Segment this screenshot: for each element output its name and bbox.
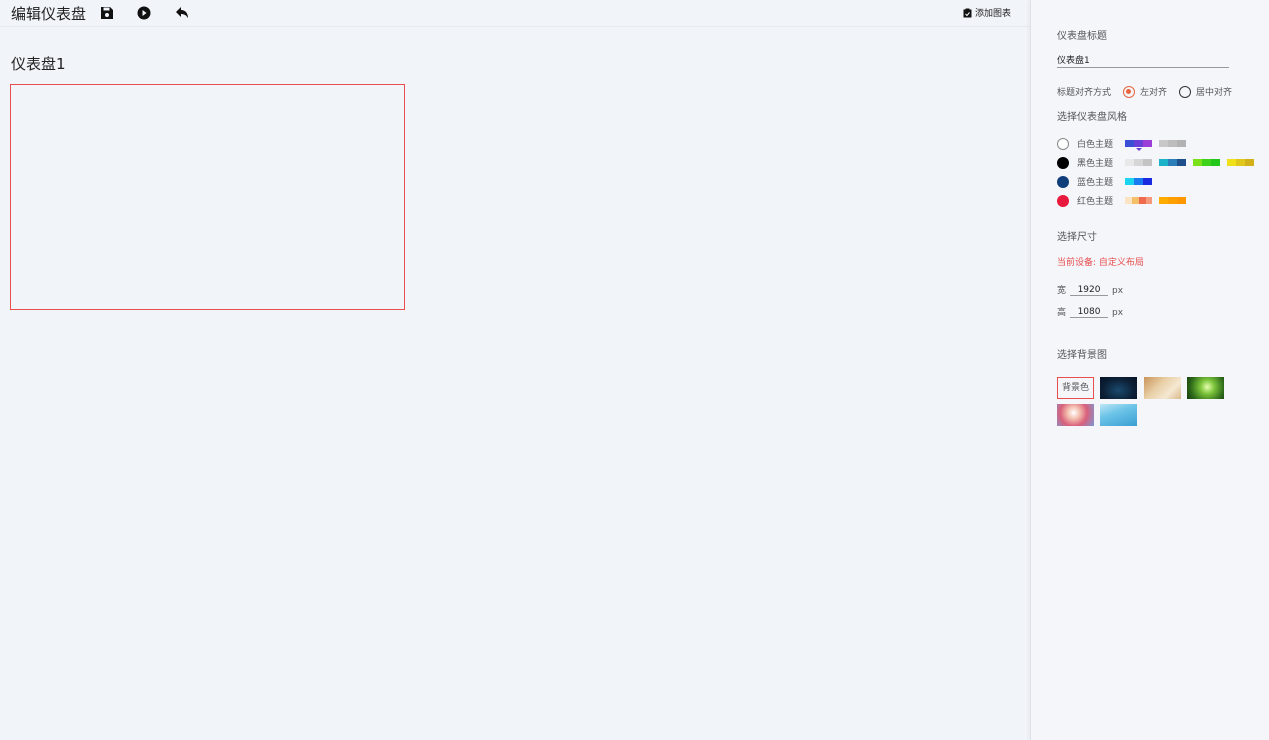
theme-swatch[interactable]: [1125, 159, 1152, 166]
undo-icon[interactable]: [175, 5, 189, 19]
theme-red-label: 红色主题: [1077, 197, 1114, 207]
height-input[interactable]: 1080: [1070, 307, 1109, 318]
align-center-radio[interactable]: [1179, 85, 1192, 98]
align-left-label: 左对齐: [1140, 88, 1168, 98]
save-icon[interactable]: [100, 5, 114, 19]
theme-red-radio[interactable]: [1057, 194, 1069, 207]
theme-row-white[interactable]: 白色主题: [1057, 137, 1193, 151]
width-unit: px: [1112, 286, 1124, 296]
theme-swatch[interactable]: [1193, 159, 1220, 166]
dashboard-title-input[interactable]: [1057, 52, 1229, 68]
align-left-radio[interactable]: [1123, 85, 1136, 98]
width-input[interactable]: 1920: [1070, 285, 1109, 296]
theme-blue-label: 蓝色主题: [1077, 178, 1114, 188]
align-center-label: 居中对齐: [1196, 88, 1233, 98]
dashboard-title: 仪表盘1: [11, 55, 66, 73]
theme-swatch[interactable]: [1159, 197, 1186, 204]
align-setting-label: 标题对齐方式: [1057, 88, 1112, 98]
theme-swatch[interactable]: [1125, 197, 1152, 204]
editor-title: 编辑仪表盘: [11, 5, 87, 23]
theme-row-black[interactable]: 黑色主题: [1057, 156, 1261, 169]
theme-swatch[interactable]: [1125, 140, 1152, 151]
theme-black-label: 黑色主题: [1077, 159, 1114, 169]
background-setting-label: 选择背景图: [1057, 350, 1107, 361]
add-chart-label: 添加图表: [975, 9, 1012, 19]
title-setting-label: 仪表盘标题: [1057, 31, 1107, 42]
theme-setting-label: 选择仪表盘风格: [1057, 112, 1127, 123]
bg-image-bokeh[interactable]: [1057, 404, 1094, 426]
bg-image-light-blue[interactable]: [1100, 404, 1137, 426]
settings-panel: 仪表盘标题 标题对齐方式 左对齐 居中对齐 选择仪表盘风格 白色主题 黑色主题: [1030, 0, 1269, 740]
width-label: 宽: [1057, 286, 1067, 296]
height-label: 高: [1057, 308, 1067, 318]
height-row: 高 1080 px: [1057, 305, 1123, 318]
theme-swatch[interactable]: [1159, 140, 1186, 147]
bg-image-sand[interactable]: [1144, 377, 1181, 399]
theme-black-radio[interactable]: [1057, 156, 1069, 169]
bg-image-dark-blue[interactable]: [1100, 377, 1137, 399]
theme-blue-radio[interactable]: [1057, 175, 1069, 188]
theme-swatch[interactable]: [1159, 159, 1186, 166]
theme-swatch[interactable]: [1125, 178, 1152, 185]
current-device-text: 当前设备: 自定义布局: [1057, 258, 1144, 268]
height-unit: px: [1112, 308, 1124, 318]
theme-row-blue[interactable]: 蓝色主题: [1057, 175, 1159, 188]
theme-swatch[interactable]: [1227, 159, 1254, 166]
align-setting: 标题对齐方式 左对齐 居中对齐: [1057, 85, 1232, 98]
dashboard-canvas[interactable]: [10, 84, 405, 310]
theme-white-label: 白色主题: [1077, 140, 1114, 150]
add-chart-button[interactable]: 添加图表: [963, 6, 1011, 19]
editor-toolbar: 编辑仪表盘 添加图表: [0, 0, 1030, 27]
width-row: 宽 1920 px: [1057, 283, 1123, 296]
theme-row-red[interactable]: 红色主题: [1057, 194, 1193, 207]
play-icon[interactable]: [137, 5, 151, 20]
bg-color-option[interactable]: 背景色: [1057, 377, 1094, 399]
size-setting-label: 选择尺寸: [1057, 232, 1097, 243]
clipboard-icon: [963, 8, 972, 17]
theme-white-radio[interactable]: [1057, 137, 1069, 150]
bg-image-green-leaves[interactable]: [1187, 377, 1224, 399]
